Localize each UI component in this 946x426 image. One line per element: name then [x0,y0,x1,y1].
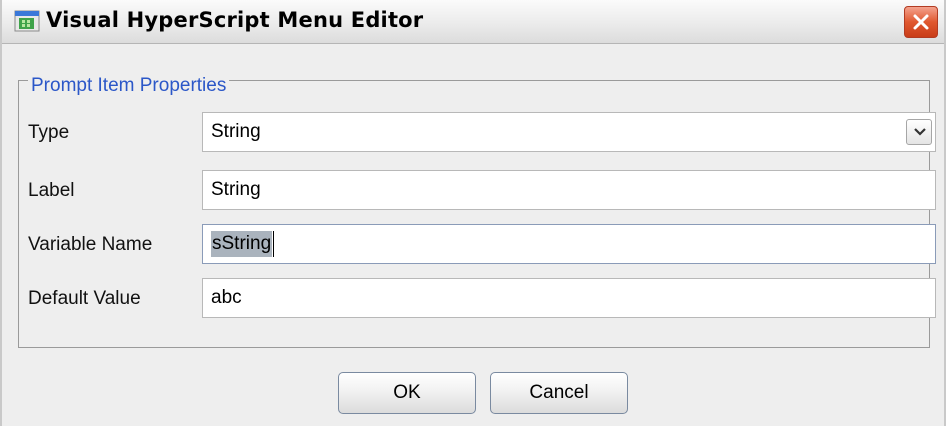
close-button[interactable] [904,6,938,38]
variable-name-input-value: sString [211,231,273,257]
text-caret [273,230,275,257]
type-label: Type [28,122,70,143]
dialog-window: Visual HyperScript Menu Editor Prompt It… [0,0,946,426]
app-icon [14,10,40,32]
window-title: Visual HyperScript Menu Editor [46,8,424,32]
default-value-input-value: abc [211,287,242,308]
label-input[interactable]: String [202,170,936,210]
variable-name-label: Variable Name [28,234,153,255]
label-label: Label [28,180,75,201]
title-bar[interactable]: Visual HyperScript Menu Editor [2,0,944,44]
ok-button[interactable]: OK [338,372,476,414]
dropdown-button[interactable] [906,119,932,145]
variable-name-input[interactable]: sString [202,224,936,264]
default-value-input[interactable]: abc [202,278,936,318]
default-value-label: Default Value [28,288,141,309]
label-input-value: String [211,179,261,200]
type-combobox[interactable]: String [202,112,936,152]
cancel-button[interactable]: Cancel [490,372,628,414]
type-selected-value: String [211,121,261,142]
group-title: Prompt Item Properties [28,75,230,97]
